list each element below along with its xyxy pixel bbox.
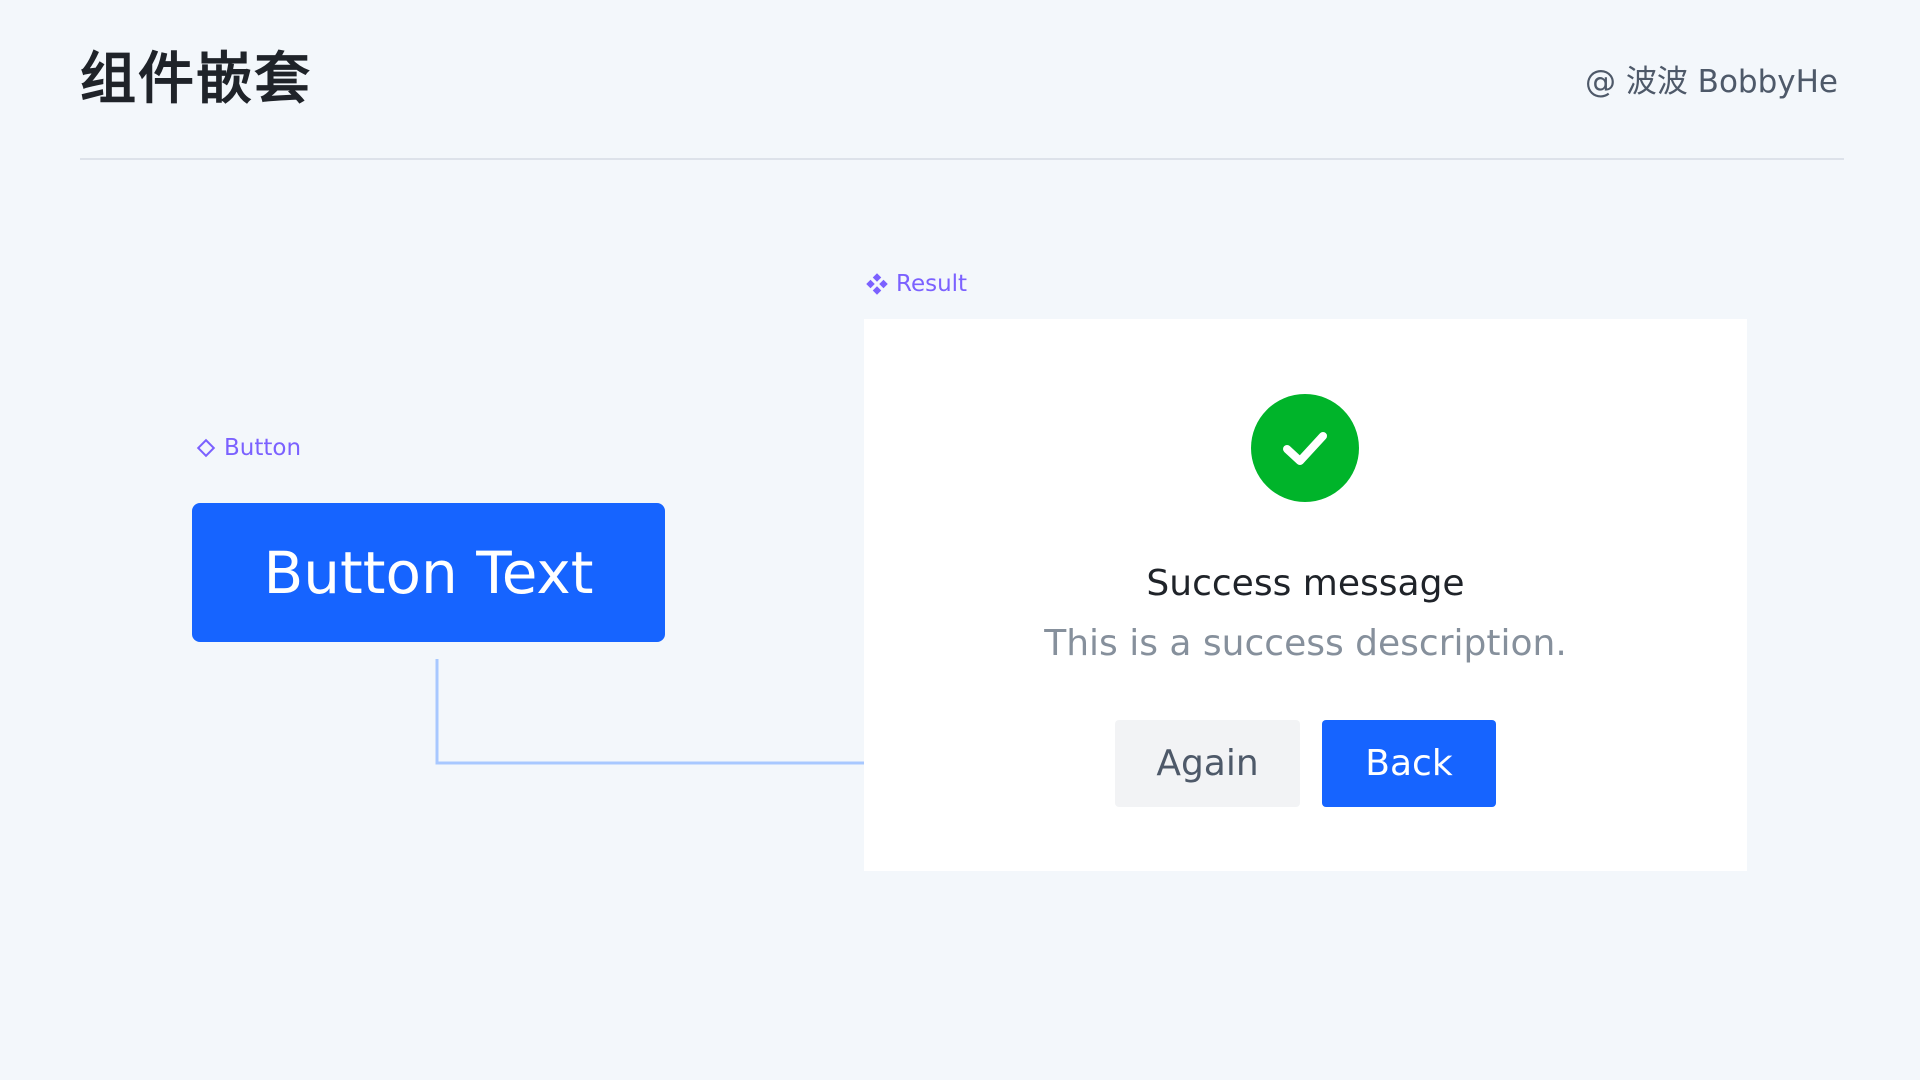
page-title: 组件嵌套 (80, 47, 312, 112)
result-component-label: Result (866, 269, 967, 299)
button-component-label-text: Button (224, 435, 302, 461)
result-card: Success message This is a success descri… (864, 319, 1747, 871)
button-text-button[interactable]: Button Text (192, 503, 665, 642)
result-description: This is a success description. (1044, 623, 1567, 664)
again-button[interactable]: Again (1115, 720, 1300, 807)
result-title: Success message (1146, 563, 1465, 604)
result-component-label-text: Result (896, 271, 968, 297)
header-divider (80, 158, 1844, 160)
author-credit: @ 波波 BobbyHe (1584, 64, 1838, 100)
diamond-outline-icon (196, 438, 216, 458)
check-circle-icon (1251, 394, 1359, 502)
back-button[interactable]: Back (1322, 720, 1496, 807)
button-component-label: Button (196, 433, 301, 463)
four-diamonds-icon (866, 273, 888, 295)
